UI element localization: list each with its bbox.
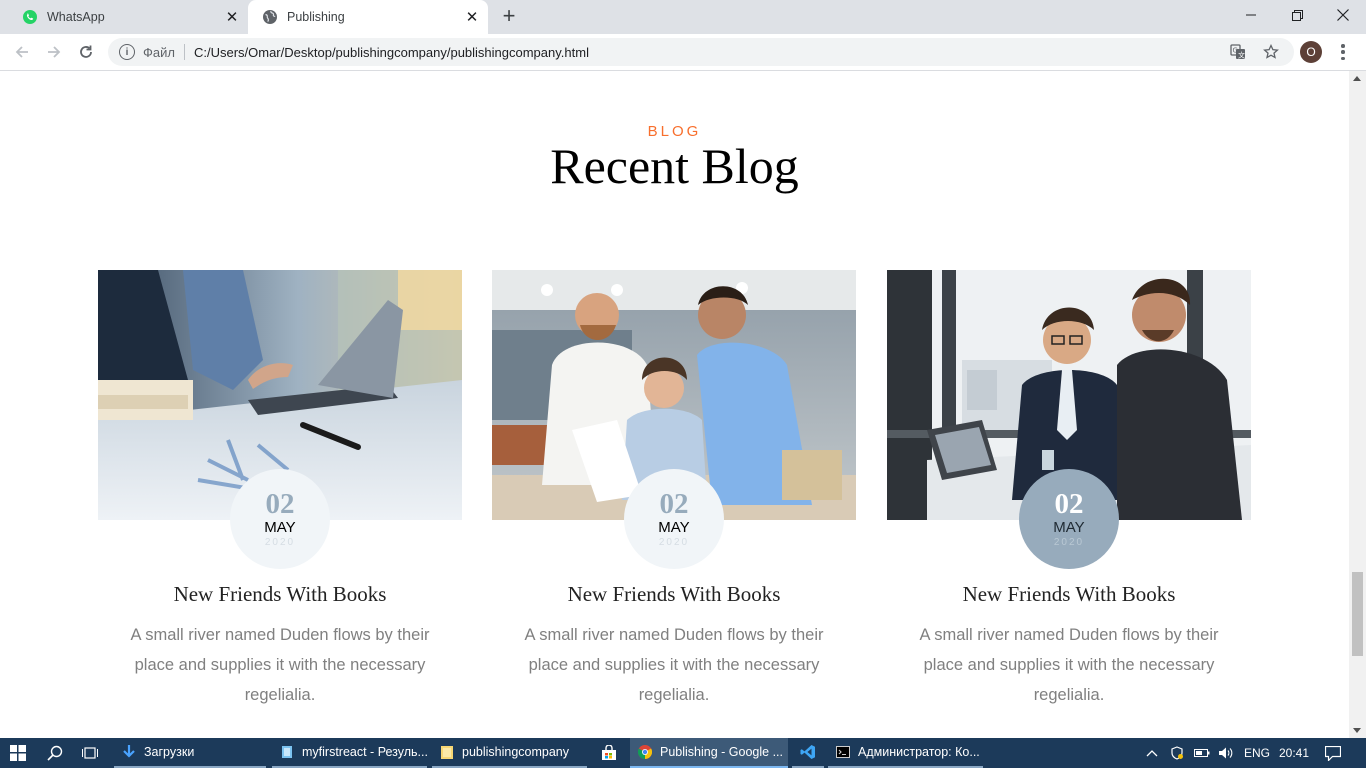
forward-arrow-icon [48,46,61,58]
download-arrow-icon [123,745,135,758]
vscode-icon [800,745,815,759]
post-month: MAY [1053,519,1085,536]
svg-text:文: 文 [1238,51,1245,60]
tab-title: Publishing [287,10,345,24]
taskbar-item-label: publishingcompany [462,745,570,759]
section-heading: Recent Blog [550,138,799,194]
store-bag-icon [602,745,616,760]
search-icon [47,745,63,761]
browser-toolbar: i Файл C:/Users/Omar/Desktop/publishingc… [0,34,1366,71]
taskbar-item-label: Загрузки [144,745,195,759]
taskbar-item-label: Администратор: Ко... [858,745,980,759]
back-button[interactable] [8,38,36,66]
input-language[interactable]: ENG [1244,738,1270,768]
reload-button[interactable] [72,38,100,66]
tab-whatsapp[interactable]: WhatsApp ✕ [8,0,248,34]
search-button[interactable] [40,738,70,768]
tab-publishing[interactable]: Publishing ✕ [248,0,488,34]
taskbar-vscode-button[interactable] [792,738,824,768]
start-button[interactable] [0,738,36,768]
blog-card[interactable]: 02 MAY 2020 New Friends With Books A sma… [492,270,856,704]
chrome-icon [638,745,652,759]
scroll-up-icon[interactable] [1353,76,1361,81]
page-scrollbar[interactable] [1349,71,1366,738]
reload-icon [80,45,92,58]
folder-icon [441,746,453,759]
menu-icon[interactable] [1335,42,1351,62]
task-view-button[interactable] [74,738,106,768]
scheme-label: Файл [143,44,175,60]
taskbar-item-myfirstreact[interactable]: myfirstreact - Резуль... [272,738,427,768]
security-shield-icon[interactable] [1170,738,1184,768]
post-day: 02 [1054,488,1084,520]
new-tab-button[interactable]: + [497,5,521,29]
notifications-icon[interactable] [1325,738,1341,768]
minimize-button[interactable] [1228,0,1274,30]
windows-logo-icon [10,745,26,761]
post-excerpt: A small river named Duden flows by their… [524,626,824,704]
post-month: MAY [264,519,296,536]
divider [183,44,185,60]
taskbar-item-label: Publishing - Google ... [660,745,783,759]
post-date-badge: 02 MAY 2020 [1019,469,1119,569]
post-day: 02 [265,488,295,520]
clock[interactable]: 20:41 [1279,738,1309,768]
taskbar-store-button[interactable] [594,738,624,768]
taskbar: Загрузки myfirstreact - Резуль... publis… [0,738,1366,768]
bookmark-star-icon[interactable] [1263,38,1279,66]
url-text: C:/Users/Omar/Desktop/publishingcompany/… [193,44,589,60]
profile-avatar[interactable]: O [1300,41,1322,63]
globe-icon [262,9,278,25]
whatsapp-icon [22,9,38,25]
task-view-icon [82,747,98,759]
close-tab-icon[interactable]: ✕ [222,7,242,27]
post-title[interactable]: New Friends With Books [492,582,856,607]
post-excerpt: A small river named Duden flows by their… [919,626,1219,704]
taskbar-item-downloads[interactable]: Загрузки [114,738,266,768]
tab-title: WhatsApp [47,10,105,24]
post-excerpt: A small river named Duden flows by their… [130,626,430,704]
translate-icon[interactable]: 文G [1230,38,1246,66]
scroll-down-icon[interactable] [1353,728,1361,733]
post-day: 02 [659,488,689,520]
post-year: 2020 [658,537,690,548]
close-icon [1337,9,1349,21]
battery-icon[interactable] [1194,738,1210,768]
terminal-icon [836,746,850,758]
blog-card[interactable]: 02 MAY 2020 New Friends With Books A sma… [887,270,1251,704]
back-arrow-icon [15,46,28,58]
file-explorer-icon [282,746,292,758]
show-hidden-icons[interactable] [1146,738,1158,768]
svg-text:G: G [1233,47,1238,55]
post-year: 2020 [1053,537,1085,548]
post-date-badge: 02 MAY 2020 [624,469,724,569]
scrollbar-thumb[interactable] [1352,572,1363,656]
restore-icon [1291,9,1303,21]
tab-strip: WhatsApp ✕ Publishing ✕ + [0,0,1366,34]
post-month: MAY [658,519,690,536]
taskbar-item-cmd[interactable]: Администратор: Ко... [828,738,983,768]
taskbar-item-chrome[interactable]: Publishing - Google ... [630,738,788,768]
info-icon[interactable]: i [119,44,135,60]
volume-icon[interactable] [1218,738,1234,768]
taskbar-item-publishingcompany[interactable]: publishingcompany [432,738,587,768]
close-window-button[interactable] [1320,0,1366,30]
post-date-badge: 02 MAY 2020 [230,469,330,569]
blog-card[interactable]: 02 MAY 2020 New Friends With Books A sma… [98,270,462,704]
minimize-icon [1246,14,1256,16]
page-content: BLOG Recent Blog 02 MAY 2020 New Friends… [0,71,1349,738]
address-bar[interactable]: i Файл C:/Users/Omar/Desktop/publishingc… [108,38,1294,66]
post-title[interactable]: New Friends With Books [887,582,1251,607]
restore-button[interactable] [1274,0,1320,30]
post-year: 2020 [264,537,296,548]
close-tab-icon[interactable]: ✕ [462,7,482,27]
forward-button[interactable] [40,38,68,66]
taskbar-item-label: myfirstreact - Резуль... [302,745,427,759]
post-title[interactable]: New Friends With Books [98,582,462,607]
